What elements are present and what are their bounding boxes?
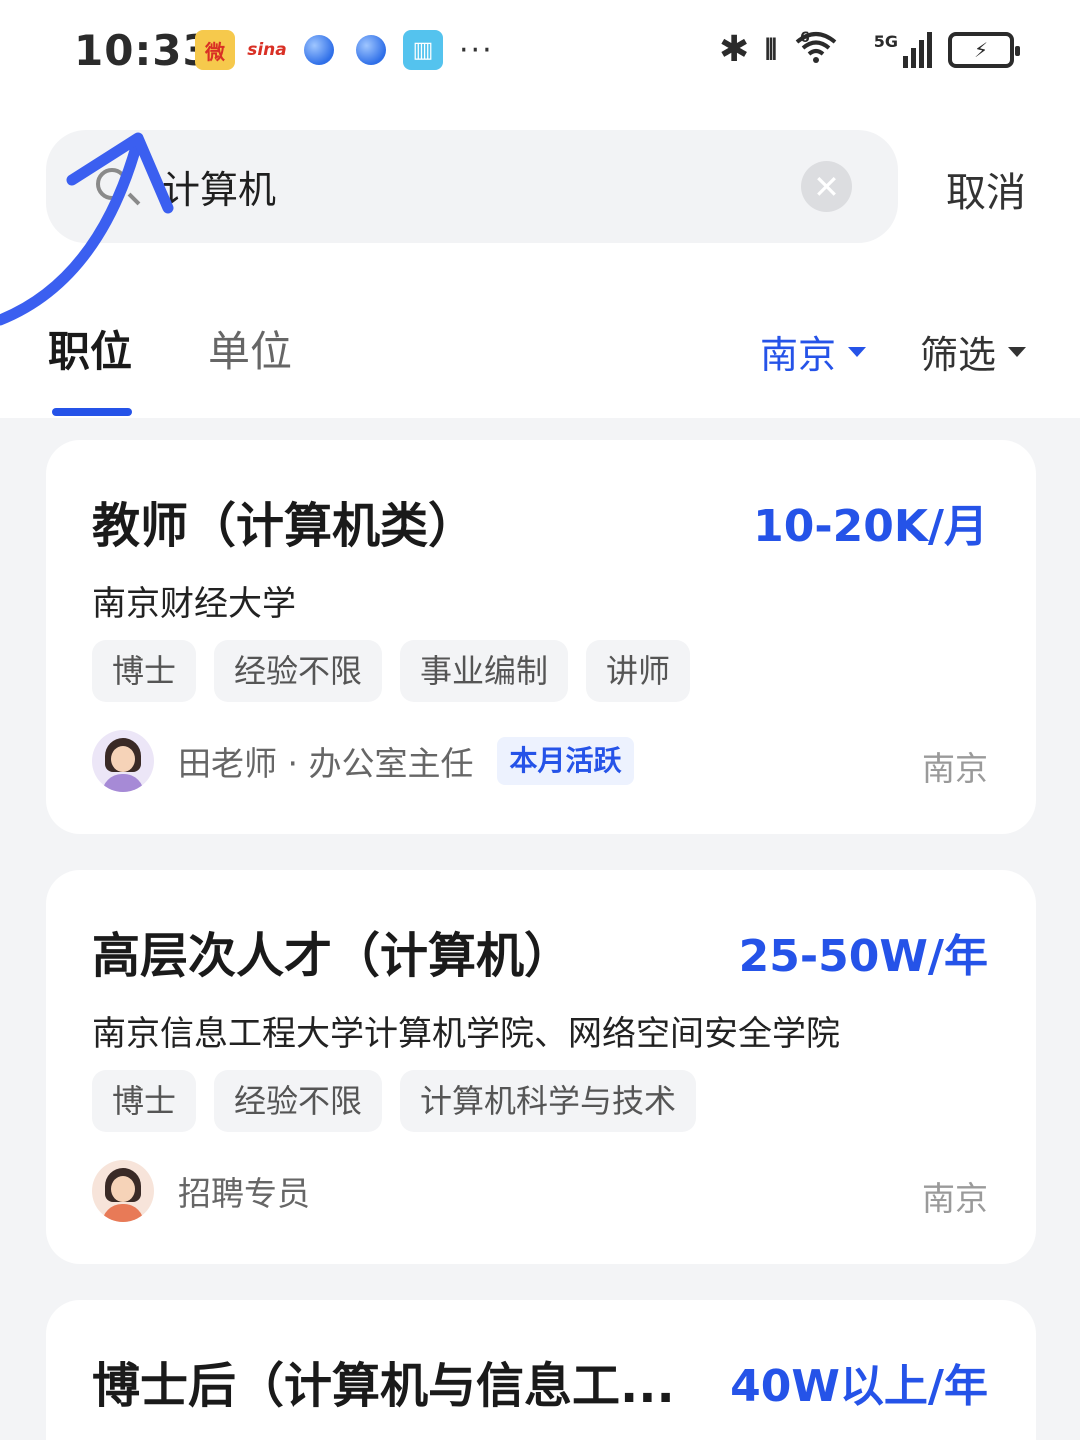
- header-area: 10:33 微 sina ▥ ··· ✱ ⫴ 6 5G ⚡ 计算机 ✕ 取消 职…: [0, 0, 1080, 418]
- job-title: 教师（计算机类）: [92, 498, 477, 554]
- job-title: 高层次人才（计算机）: [92, 928, 573, 984]
- status-bar: 10:33 微 sina ▥ ··· ✱ ⫴ 6 5G ⚡: [0, 0, 1080, 100]
- job-card[interactable]: 教师（计算机类） 10-20K/月 南京财经大学 博士 经验不限 事业编制 讲师…: [46, 440, 1036, 834]
- job-tags: 博士 经验不限 事业编制 讲师: [92, 640, 691, 702]
- job-organization: 南京财经大学: [92, 584, 296, 624]
- tab-org[interactable]: 单位: [208, 318, 292, 379]
- job-tag: 经验不限: [214, 640, 383, 702]
- search-icon: [96, 168, 128, 200]
- search-input[interactable]: [162, 156, 822, 216]
- caret-down-icon: [1008, 346, 1027, 357]
- weibo-icon: 微: [195, 30, 235, 70]
- city-filter-label: 南京: [760, 333, 837, 377]
- wifi-icon: 6: [793, 28, 858, 71]
- recruiter-info: 招聘专员: [92, 1160, 310, 1222]
- city-filter-dropdown[interactable]: 南京: [760, 324, 867, 379]
- job-tag: 博士: [92, 640, 197, 702]
- vibrate-icon: ⫴: [765, 32, 777, 66]
- recruiter-info: 田老师 · 办公室主任 本月活跃: [92, 730, 634, 792]
- cancel-button[interactable]: 取消: [946, 160, 1026, 218]
- planet-icon: [299, 30, 339, 70]
- job-tag: 讲师: [586, 640, 691, 702]
- screen-filter-label: 筛选: [920, 333, 997, 377]
- job-salary: 40W以上/年: [730, 1361, 988, 1412]
- book-icon: ▥: [403, 30, 443, 70]
- job-card[interactable]: 高层次人才（计算机） 25-50W/年 南京信息工程大学计算机学院、网络空间安全…: [46, 870, 1036, 1264]
- sina-icon: sina: [247, 30, 287, 70]
- job-tag: 计算机科学与技术: [400, 1070, 697, 1132]
- status-time: 10:33: [74, 26, 213, 75]
- more-notifications-icon: ···: [459, 32, 494, 68]
- recruiter-name: 招聘专员: [178, 1174, 310, 1213]
- clear-icon[interactable]: ✕: [801, 161, 852, 212]
- job-card[interactable]: 博士后（计算机与信息工... 40W以上/年: [46, 1300, 1036, 1440]
- search-bar[interactable]: ✕: [46, 130, 898, 243]
- planet-icon: [351, 30, 391, 70]
- system-icons: ✱ ⫴ 6 5G ⚡: [718, 28, 1020, 71]
- job-city: 南京: [922, 749, 988, 788]
- job-organization: 南京信息工程大学计算机学院、网络空间安全学院: [92, 1014, 840, 1054]
- battery-icon: ⚡: [948, 31, 1020, 68]
- bluetooth-icon: ✱: [718, 29, 750, 70]
- job-city: 南京: [922, 1179, 988, 1218]
- recruiter-name: 田老师 · 办公室主任: [178, 744, 474, 783]
- wifi-label: 6: [799, 30, 810, 46]
- job-tag: 事业编制: [400, 640, 569, 702]
- tab-job[interactable]: 职位: [48, 318, 132, 379]
- status-badge: 本月活跃: [497, 737, 634, 785]
- notification-icons: 微 sina ▥ ···: [195, 30, 494, 70]
- network-type-label: 5G: [873, 31, 898, 51]
- job-salary: 25-50W/年: [738, 931, 988, 982]
- job-tag: 经验不限: [214, 1070, 383, 1132]
- avatar: [92, 1160, 154, 1222]
- screen-filter-dropdown[interactable]: 筛选: [920, 324, 1027, 379]
- job-tags: 博士 经验不限 计算机科学与技术: [92, 1070, 697, 1132]
- job-title: 博士后（计算机与信息工...: [92, 1358, 675, 1414]
- job-salary: 10-20K/月: [753, 501, 988, 552]
- caret-down-icon: [848, 346, 867, 357]
- active-tab-indicator: [52, 408, 132, 416]
- cellular-signal-icon: 5G: [873, 31, 932, 68]
- avatar: [92, 730, 154, 792]
- job-tag: 博士: [92, 1070, 197, 1132]
